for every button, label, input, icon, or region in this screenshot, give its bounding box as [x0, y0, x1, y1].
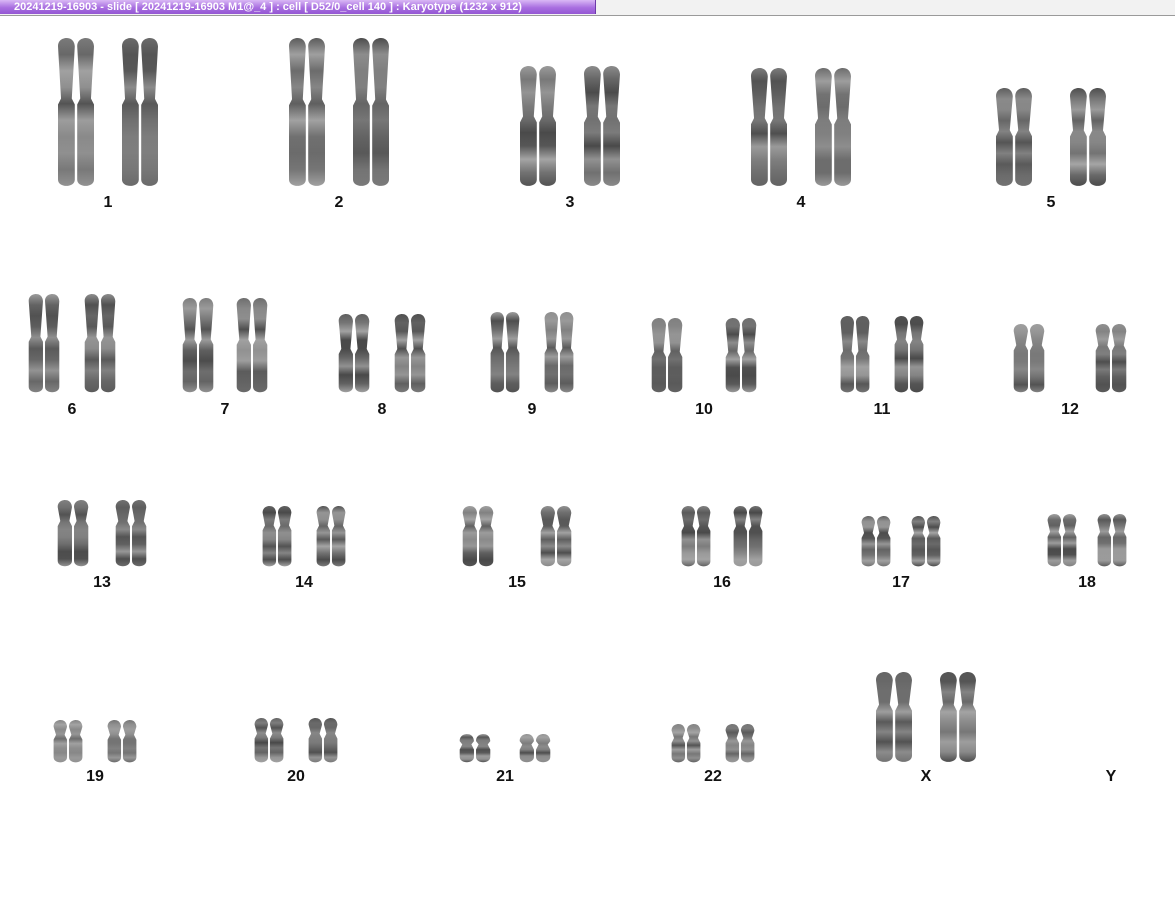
chromosome-pair-11[interactable] [839, 316, 925, 394]
chromosome-pair-19[interactable] [52, 720, 138, 764]
chromosome-3-1[interactable] [518, 66, 558, 188]
chromosome-8-2[interactable] [393, 314, 427, 394]
chromosome-6-1[interactable] [27, 294, 61, 394]
chromosome-label-17: 17 [892, 574, 910, 591]
chromosome-4-2[interactable] [813, 68, 853, 188]
chromosome-21-2[interactable] [518, 734, 552, 764]
chromosome-20-2[interactable] [307, 718, 339, 764]
chromosome-14-2[interactable] [315, 506, 347, 568]
chromosome-label-19: 19 [86, 768, 104, 785]
chromosome-label-22: 22 [704, 768, 722, 785]
chromosome-label-6: 6 [67, 401, 77, 418]
chromosome-x-1[interactable] [874, 672, 914, 764]
chromosome-14-1[interactable] [261, 506, 293, 568]
chromosome-20-1[interactable] [253, 718, 285, 764]
chromosome-label-20: 20 [287, 768, 305, 785]
window-title-tab[interactable]: 20241219-16903 - slide [ 20241219-16903 … [0, 0, 596, 14]
chromosome-label-13: 13 [93, 574, 111, 591]
chromosome-16-1[interactable] [680, 506, 712, 568]
chromosome-10-1[interactable] [650, 318, 684, 394]
chromosome-label-1: 1 [103, 194, 113, 211]
chromosome-label-7: 7 [220, 401, 230, 418]
chromosome-pair-x[interactable] [874, 672, 978, 764]
chromosome-2-2[interactable] [351, 38, 391, 188]
chromosome-pair-18[interactable] [1046, 514, 1128, 568]
chromosome-label-21: 21 [496, 768, 514, 785]
chromosome-pair-4[interactable] [749, 68, 853, 188]
chromosome-10-2[interactable] [724, 318, 758, 394]
chromosome-21-1[interactable] [458, 734, 492, 764]
chromosome-11-2[interactable] [893, 316, 925, 394]
chromosome-11-1[interactable] [839, 316, 871, 394]
chromosome-pair-21[interactable] [458, 734, 552, 764]
chromosome-pair-14[interactable] [261, 506, 347, 568]
chromosome-8-1[interactable] [337, 314, 371, 394]
chromosome-18-1[interactable] [1046, 514, 1078, 568]
chromosome-pair-8[interactable] [337, 314, 427, 394]
chromosome-label-18: 18 [1078, 574, 1096, 591]
chromosome-pair-16[interactable] [680, 506, 764, 568]
chromosome-label-15: 15 [508, 574, 526, 591]
chromosome-label-3: 3 [565, 194, 575, 211]
chromosome-label-14: 14 [295, 574, 313, 591]
karyotype-canvas: 1 2 3 4 5 6 7 8 9 10 11 12 13 14 15 16 17 18 19 20 21 22 X Y [0, 16, 1175, 902]
chromosome-15-2[interactable] [539, 506, 573, 568]
chromosome-1-2[interactable] [120, 38, 160, 188]
chromosome-pair-12[interactable] [1012, 324, 1128, 394]
chromosome-17-1[interactable] [860, 516, 892, 568]
chromosome-2-1[interactable] [287, 38, 327, 188]
chromosome-label-x: X [920, 768, 932, 785]
chromosome-22-2[interactable] [724, 724, 756, 764]
chromosome-label-10: 10 [695, 401, 713, 418]
chromosome-3-2[interactable] [582, 66, 622, 188]
chromosome-pair-22[interactable] [670, 724, 756, 764]
chromosome-7-1[interactable] [181, 298, 215, 394]
chromosome-15-1[interactable] [461, 506, 495, 568]
chromosome-pair-1[interactable] [56, 38, 160, 188]
title-bar: 20241219-16903 - slide [ 20241219-16903 … [0, 0, 1175, 16]
chromosome-16-2[interactable] [732, 506, 764, 568]
chromosome-17-2[interactable] [910, 516, 942, 568]
chromosome-12-2[interactable] [1094, 324, 1128, 394]
chromosome-label-2: 2 [334, 194, 344, 211]
chromosome-label-5: 5 [1046, 194, 1056, 211]
chromosome-pair-10[interactable] [650, 318, 758, 394]
chromosome-label-9: 9 [527, 401, 537, 418]
chromosome-label-4: 4 [796, 194, 806, 211]
chromosome-pair-3[interactable] [518, 66, 622, 188]
chromosome-label-y: Y [1105, 768, 1117, 785]
chromosome-5-2[interactable] [1068, 88, 1108, 188]
chromosome-pair-20[interactable] [253, 718, 339, 764]
chromosome-pair-2[interactable] [287, 38, 391, 188]
chromosome-19-2[interactable] [106, 720, 138, 764]
chromosome-x-2[interactable] [938, 672, 978, 764]
chromosome-label-16: 16 [713, 574, 731, 591]
chromosome-pair-17[interactable] [860, 516, 942, 568]
chromosome-9-2[interactable] [543, 312, 575, 394]
chromosome-19-1[interactable] [52, 720, 84, 764]
chromosome-pair-7[interactable] [181, 298, 269, 394]
chromosome-6-2[interactable] [83, 294, 117, 394]
chromosome-22-1[interactable] [670, 724, 702, 764]
chromosome-7-2[interactable] [235, 298, 269, 394]
chromosome-5-1[interactable] [994, 88, 1034, 188]
chromosome-9-1[interactable] [489, 312, 521, 394]
chromosome-13-1[interactable] [56, 500, 90, 568]
chromosome-13-2[interactable] [114, 500, 148, 568]
chromosome-pair-6[interactable] [27, 294, 117, 394]
chromosome-18-2[interactable] [1096, 514, 1128, 568]
chromosome-1-1[interactable] [56, 38, 96, 188]
chromosome-pair-13[interactable] [56, 500, 148, 568]
chromosome-label-8: 8 [377, 401, 387, 418]
chromosome-label-11: 11 [873, 401, 891, 418]
chromosome-pair-15[interactable] [461, 506, 573, 568]
chromosome-label-12: 12 [1061, 401, 1079, 418]
chromosome-4-1[interactable] [749, 68, 789, 188]
chromosome-pair-9[interactable] [489, 312, 575, 394]
chromosome-12-1[interactable] [1012, 324, 1046, 394]
chromosome-pair-5[interactable] [994, 88, 1108, 188]
